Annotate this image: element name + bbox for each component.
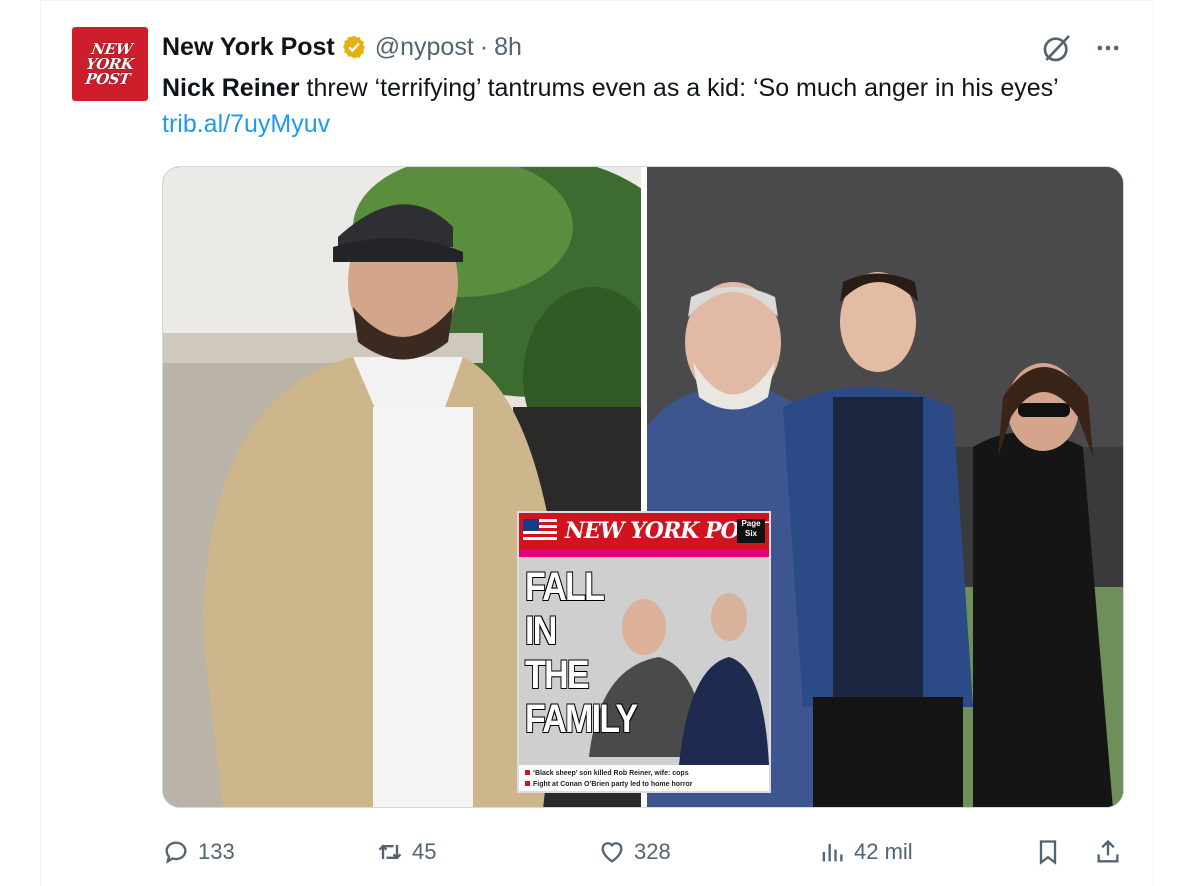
newspaper-cover: NEW YORK POST Page Six FALL IN THE FAMIL…	[517, 511, 771, 793]
avatar-logo: NEW YORK POST	[84, 39, 135, 88]
bookmark-icon	[1039, 840, 1057, 865]
author-handle[interactable]: @nypost	[375, 33, 474, 62]
tweet-text: Nick Reiner threw ‘terrifying’ tantrums …	[162, 70, 1122, 142]
tweet-text-bold: Nick Reiner	[162, 74, 300, 102]
retweet-icon	[378, 844, 402, 860]
share-button[interactable]	[1094, 834, 1122, 870]
views-button[interactable]: 42 mil	[818, 834, 913, 870]
retweet-count: 45	[412, 839, 437, 864]
page-six-badge: Page Six	[737, 519, 765, 543]
views-icon	[822, 843, 843, 862]
tweet-link[interactable]: trib.al/7uyMyuv	[162, 110, 330, 138]
like-button[interactable]: 328	[598, 834, 671, 870]
tweet-text-body: threw ‘terrifying’ tantrums even as a ki…	[299, 74, 1058, 102]
reply-count: 133	[198, 839, 235, 864]
timestamp[interactable]: 8h	[494, 33, 522, 62]
flag-icon	[523, 519, 557, 543]
like-count: 328	[634, 839, 671, 864]
author-name[interactable]: New York Post	[162, 33, 335, 62]
share-icon	[1097, 839, 1119, 863]
retweet-button[interactable]: 45	[376, 834, 436, 870]
tweet-header: New York Post @nypost · 8h	[162, 30, 522, 64]
action-bar: 133 45 328 42 mil	[162, 834, 1124, 870]
like-icon	[601, 842, 623, 863]
more-icon[interactable]	[1092, 34, 1124, 62]
grok-icon[interactable]	[1040, 32, 1074, 64]
verified-badge-icon[interactable]	[341, 34, 367, 60]
cover-headline: FALL IN THE FAMILY	[525, 565, 638, 741]
cover-strip	[519, 549, 769, 557]
tweet-media[interactable]: NEW YORK POST Page Six FALL IN THE FAMIL…	[162, 166, 1124, 808]
cover-masthead: NEW YORK POST Page Six	[519, 513, 769, 549]
separator: ·	[479, 32, 489, 61]
reply-icon	[165, 841, 187, 864]
bookmark-button[interactable]	[1034, 834, 1062, 870]
cover-footer: ‘Black sheep’ son killed Rob Reiner, wif…	[519, 765, 769, 791]
avatar[interactable]: NEW YORK POST	[72, 27, 148, 101]
reply-button[interactable]: 133	[162, 834, 235, 870]
views-count: 42 mil	[854, 839, 913, 864]
